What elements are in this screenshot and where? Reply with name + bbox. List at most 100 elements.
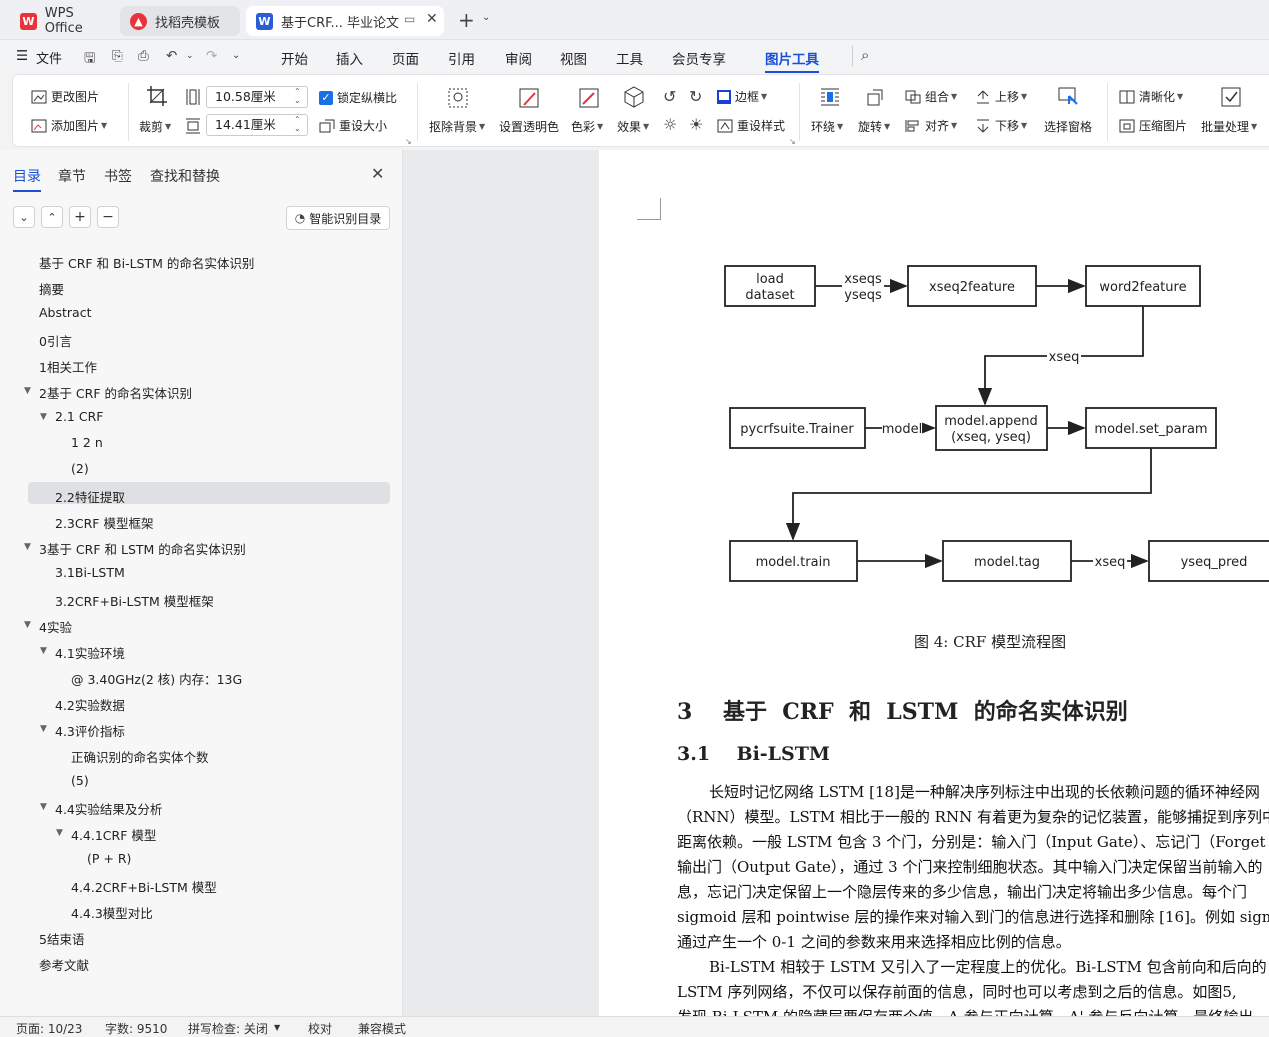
tab-wps-office[interactable]: W WPS Office [10, 6, 115, 36]
toc-item[interactable]: 0引言 [39, 331, 72, 350]
smart-toc-button[interactable]: ◔ 智能识别目录 [286, 206, 390, 230]
tab-template[interactable]: ▲ 找稻壳模板 [120, 6, 240, 36]
expand-toggle-icon[interactable]: ▼ [40, 412, 47, 422]
bring-up-button[interactable]: 上移 ▼ [975, 88, 1027, 105]
menu-picture-tools[interactable]: 图片工具 [765, 48, 819, 73]
menu-file[interactable]: 文件 [36, 48, 62, 67]
toc-item[interactable]: 2基于 CRF 的命名实体识别 [39, 383, 192, 402]
selection-pane-button[interactable]: 选择窗格 [1044, 118, 1092, 135]
add-heading-button[interactable]: + [69, 206, 91, 228]
expand-toggle-icon[interactable]: ▼ [24, 386, 31, 396]
remove-heading-button[interactable]: − [97, 206, 119, 228]
dialog-launcher-icon[interactable]: ↘ [789, 137, 796, 146]
expand-toggle-icon[interactable]: ▼ [40, 646, 47, 656]
menu-review[interactable]: 审阅 [505, 48, 532, 68]
spell-check-status[interactable]: 拼写检查: 关闭 [188, 1020, 268, 1037]
toc-item[interactable]: 1 2 n [71, 435, 103, 450]
toc-item[interactable]: (2) [71, 461, 89, 476]
toc-item[interactable]: 3.1Bi-LSTM [55, 565, 125, 580]
undo-dropdown-icon[interactable]: ⌄ [186, 51, 194, 61]
tab-document[interactable]: W 基于CRF... 毕业论文 ▭ ✕ [246, 6, 444, 36]
align-button[interactable]: 对齐 ▼ [905, 117, 957, 134]
word-count[interactable]: 字数: 9510 [105, 1020, 167, 1037]
batch-process-button[interactable]: 批量处理 ▼ [1201, 118, 1257, 135]
toc-item[interactable]: 2.1 CRF [55, 409, 103, 424]
toc-item[interactable]: 4.4实验结果及分析 [55, 799, 162, 818]
expand-toggle-icon[interactable]: ▼ [24, 620, 31, 630]
toc-item[interactable]: 摘要 [39, 279, 64, 298]
lock-ratio-checkbox[interactable]: ✓ 锁定纵横比 [319, 89, 397, 106]
effect-button[interactable]: 效果 ▼ [617, 118, 649, 135]
crop-icon[interactable] [146, 85, 168, 110]
change-image-button[interactable]: 更改图片 [31, 88, 99, 105]
reset-style-button[interactable]: 重设样式 [717, 117, 785, 134]
menu-insert[interactable]: 插入 [336, 48, 363, 68]
crop-button[interactable]: 裁剪 ▼ [139, 118, 171, 135]
menu-member[interactable]: 会员专享 [672, 48, 726, 68]
expand-toggle-icon[interactable]: ▼ [40, 724, 47, 734]
toc-item[interactable]: 2.2特征提取 [55, 487, 125, 506]
width-spinner-icon[interactable]: ⌃ ⌄ [294, 87, 301, 105]
brightness-icon[interactable]: ☼ [663, 115, 677, 134]
expand-toggle-icon[interactable]: ▼ [24, 542, 31, 552]
toc-item[interactable]: 4.4.3模型对比 [71, 903, 153, 922]
toc-item[interactable]: 4.1实验环境 [55, 643, 125, 662]
close-pane-icon[interactable]: ✕ [371, 164, 384, 183]
dialog-launcher-icon[interactable]: ↘ [405, 137, 412, 146]
close-tab-icon[interactable]: ✕ [426, 11, 438, 27]
undo-icon[interactable]: ↶ [166, 48, 177, 64]
menu-reference[interactable]: 引用 [448, 48, 475, 68]
proofread-button[interactable]: 校对 [308, 1020, 332, 1037]
more-dropdown-icon[interactable]: ⌄ [232, 50, 240, 61]
rotate-left-icon[interactable]: ↺ [663, 87, 676, 106]
contrast-icon[interactable]: ☀ [689, 115, 703, 134]
add-image-button[interactable]: 添加图片 ▼ [31, 117, 107, 134]
height-spinner-icon[interactable]: ⌃ ⌄ [294, 115, 301, 133]
print-preview-icon[interactable]: ⎙ [138, 48, 149, 64]
window-icon[interactable]: ▭ [404, 12, 415, 26]
color-button[interactable]: 色彩 ▼ [571, 118, 603, 135]
toc-item[interactable]: (P + R) [87, 851, 131, 866]
group-button[interactable]: 组合 ▼ [905, 88, 957, 105]
toc-item[interactable]: 2.3CRF 模型框架 [55, 513, 153, 532]
resize-button[interactable]: 重设大小 [319, 117, 387, 134]
image-width-field[interactable]: 10.58厘米 [206, 86, 308, 108]
toc-item[interactable]: 4实验 [39, 617, 72, 636]
wrap-button[interactable]: 环绕 ▼ [811, 118, 843, 135]
remove-background-button[interactable]: 抠除背景 ▼ [429, 118, 485, 135]
expand-toggle-icon[interactable]: ▼ [56, 828, 63, 838]
send-down-button[interactable]: 下移 ▼ [975, 117, 1027, 134]
collapse-all-button[interactable]: ⌄ [13, 206, 35, 228]
menu-view[interactable]: 视图 [560, 48, 587, 68]
set-transparent-button[interactable]: 设置透明色 [499, 118, 559, 135]
toc-item[interactable]: 4.4.1CRF 模型 [71, 825, 156, 844]
toc-item[interactable]: 基于 CRF 和 Bi-LSTM 的命名实体识别 [39, 253, 254, 272]
sharpen-button[interactable]: 清晰化 ▼ [1119, 88, 1183, 105]
toc-item[interactable]: 1相关工作 [39, 357, 97, 376]
search-icon[interactable]: ⌕ [861, 46, 869, 64]
toc-item[interactable]: @ 3.40GHz(2 核) 内存：13G [71, 669, 242, 688]
tab-find-replace[interactable]: 查找和替换 [150, 166, 220, 186]
tab-chapters[interactable]: 章节 [58, 166, 86, 186]
save-icon[interactable]: 🖫 [84, 48, 96, 71]
expand-up-button[interactable]: ⌃ [41, 206, 63, 228]
image-height-field[interactable]: 14.41厘米 [206, 114, 308, 136]
toc-item[interactable]: 3基于 CRF 和 LSTM 的命名实体识别 [39, 539, 246, 558]
toc-item[interactable]: 正确识别的命名实体个数 [71, 747, 209, 766]
compress-button[interactable]: 压缩图片 [1119, 117, 1187, 134]
toc-item[interactable]: 5结束语 [39, 929, 84, 948]
hamburger-icon[interactable]: ☰ [16, 48, 28, 64]
export-icon[interactable]: ⎘ [112, 48, 123, 64]
rotate-button[interactable]: 旋转 ▼ [858, 118, 890, 135]
new-tab-icon[interactable]: + [458, 8, 475, 32]
toc-item[interactable]: 参考文献 [39, 955, 89, 974]
toc-item[interactable]: (5) [71, 773, 89, 788]
toc-item[interactable]: 4.2实验数据 [55, 695, 125, 714]
menu-page[interactable]: 页面 [392, 48, 419, 68]
menu-tools[interactable]: 工具 [616, 48, 643, 68]
chevron-down-icon[interactable]: ▼ [274, 1023, 280, 1032]
toc-item[interactable]: Abstract [39, 305, 91, 320]
tab-list-icon[interactable]: ⌄ [482, 12, 490, 23]
rotate-right-icon[interactable]: ↻ [689, 87, 702, 106]
toc-item[interactable]: 4.4.2CRF+Bi-LSTM 模型 [71, 877, 217, 896]
